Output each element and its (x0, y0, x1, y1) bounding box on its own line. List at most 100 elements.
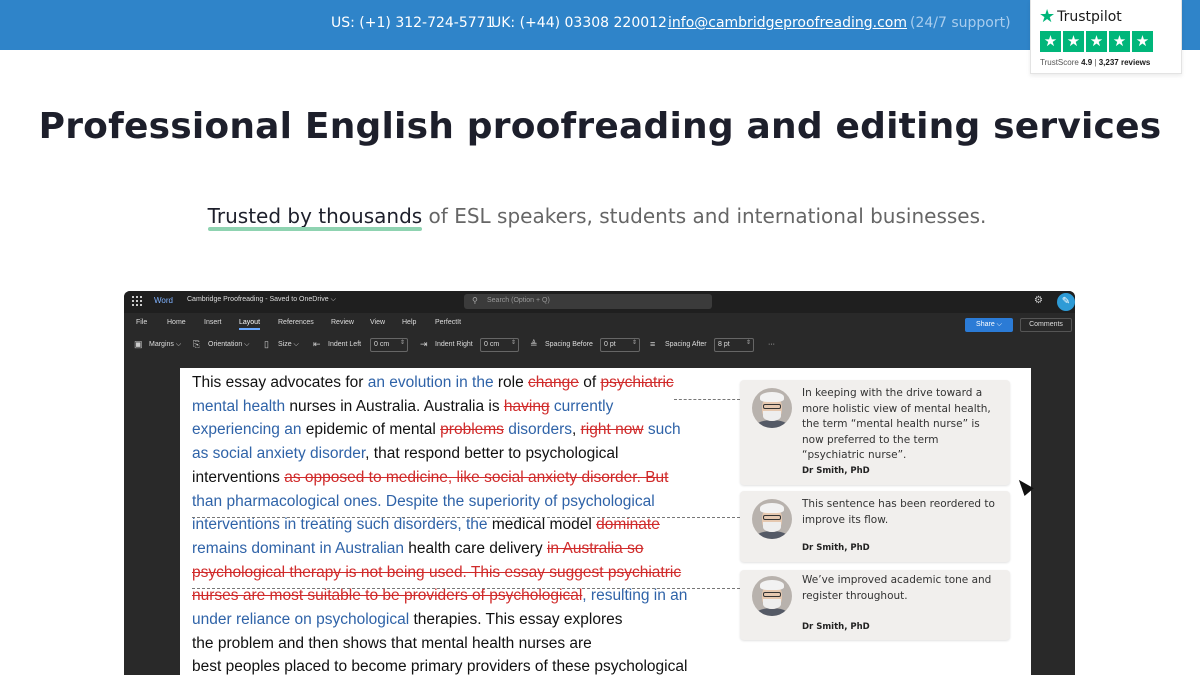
comments-button[interactable]: Comments (1020, 318, 1072, 332)
avatar (752, 388, 792, 428)
comment-connector (674, 399, 740, 400)
deleted-text: psychiatric (600, 374, 674, 391)
document-line: best peoples placed to become primary pr… (192, 655, 722, 675)
indent-left-input[interactable]: 0 cm ⇕ (370, 338, 408, 352)
deleted-text: dominate (596, 516, 660, 534)
spin-icon[interactable]: ⇕ (400, 339, 405, 346)
tab-file[interactable]: File (136, 319, 147, 326)
star-icon: ★ (1109, 31, 1130, 52)
rating-stars: ★ ★ ★ ★ ★ (1040, 31, 1153, 52)
word-titlebar: Word Cambridge Proofreading - Saved to O… (124, 291, 1075, 313)
deleted-text: having (503, 397, 550, 415)
document-line: as social anxiety disorder, that respond… (192, 442, 722, 466)
document-line: experiencing an epidemic of mental probl… (192, 418, 722, 442)
app-launcher-icon[interactable] (132, 296, 142, 306)
trustscore-value: 4.9 (1081, 58, 1093, 67)
indent-right-input[interactable]: 0 cm ⇕ (480, 338, 519, 352)
spacing-after-label: Spacing After (665, 341, 707, 348)
spacing-after-input[interactable]: 8 pt ⇕ (714, 338, 754, 352)
original-text: interventions (192, 468, 285, 486)
tab-home[interactable]: Home (167, 319, 186, 326)
page-title: Professional English proofreading and ed… (38, 106, 1162, 147)
orientation-button[interactable]: Orientation ⌵ (208, 341, 250, 349)
inserted-text: remains dominant in Australian (192, 539, 404, 557)
document-line: psychological therapy is not being used.… (192, 561, 722, 585)
margins-button[interactable]: Margins ⌵ (149, 341, 181, 349)
original-text: nurses in Australia. Australia is (285, 397, 504, 415)
document-line: than pharmacological ones. Despite the s… (192, 490, 722, 514)
spacing-before-input[interactable]: 0 pt ⇕ (600, 338, 640, 352)
document-title[interactable]: Cambridge Proofreading - Saved to OneDri… (187, 296, 336, 304)
spin-icon[interactable]: ⇕ (746, 339, 751, 346)
avatar (752, 576, 792, 616)
more-options-icon[interactable]: ··· (768, 341, 775, 348)
tab-perfectit[interactable]: PerfectIt (435, 319, 461, 326)
subtitle-rest: of ESL speakers, students and internatio… (422, 204, 987, 228)
email-link[interactable]: info@cambridgeproofreading.com (668, 15, 907, 31)
spin-icon[interactable]: ⇕ (632, 339, 637, 346)
tab-insert[interactable]: Insert (204, 319, 222, 326)
star-icon: ★ (1040, 31, 1061, 52)
comment-card[interactable]: In keeping with the drive toward a more … (740, 380, 1010, 485)
indent-left-icon: ⇤ (313, 339, 321, 349)
tab-view[interactable]: View (370, 319, 385, 326)
inserted-text: under reliance on psychological (192, 611, 410, 629)
margins-icon: ▣ (134, 339, 143, 349)
avatar (752, 499, 792, 539)
phone-uk-link[interactable]: UK: (+44) 03308 220012 (491, 15, 667, 31)
trustpilot-brand: Trustpilot (1057, 9, 1122, 25)
tab-help[interactable]: Help (402, 319, 416, 326)
indent-left-label: Indent Left (328, 341, 362, 348)
spacing-before-value: 0 pt (604, 341, 616, 348)
document-line: mental health nurses in Australia. Austr… (192, 395, 722, 419)
spin-icon[interactable]: ⇕ (511, 339, 516, 346)
star-icon: ★ (1063, 31, 1084, 52)
trustpilot-logo: ★ Trustpilot (1039, 8, 1122, 26)
document-body[interactable]: This essay advocates for an evolution in… (192, 371, 722, 675)
document-line: interventions as opposed to medicine, li… (192, 466, 722, 490)
indent-right-value: 0 cm (484, 341, 500, 348)
original-text: , (571, 421, 581, 439)
tab-layout[interactable]: Layout (239, 319, 261, 330)
original-text: best peoples placed to become primary pr… (192, 658, 688, 675)
ribbon-tabs: File Home Insert Layout References Revie… (124, 313, 1075, 335)
document-line: the problem and then shows that mental h… (192, 632, 722, 656)
indent-right-label: Indent Right (435, 341, 473, 348)
comment-card[interactable]: This sentence has been reordered to impr… (740, 491, 1010, 562)
comment-author: Dr Smith, PhD (802, 543, 870, 553)
document-line: under reliance on psychological therapie… (192, 608, 722, 632)
contact-bar: US: (+1) 312-724-5771 UK: (+44) 03308 22… (0, 0, 1200, 50)
phone-us-link[interactable]: US: (+1) 312-724-5771 (331, 15, 495, 31)
inserted-text: experiencing an (192, 421, 302, 439)
deleted-text: nurses are most suitable to be providers… (192, 587, 583, 605)
comment-connector (192, 517, 740, 518)
deleted-text: problems (440, 421, 504, 439)
original-text: medical model (487, 516, 597, 534)
trustscore-line: TrustScore 4.9 | 3,237 reviews (1040, 58, 1150, 67)
word-window: Word Cambridge Proofreading - Saved to O… (124, 291, 1075, 675)
original-text: the problem and then shows that mental h… (192, 634, 592, 652)
comment-card[interactable]: We’ve improved academic tone and registe… (740, 570, 1010, 640)
tab-references[interactable]: References (278, 319, 314, 326)
gear-icon[interactable]: ⚙ (1034, 295, 1043, 306)
original-text: therapies. This essay explores (409, 611, 623, 629)
document-line: remains dominant in Australian health ca… (192, 537, 722, 561)
subtitle-highlight: Trusted by thousands (207, 204, 423, 228)
spacing-after-value: 8 pt (718, 341, 730, 348)
star-icon: ★ (1132, 31, 1153, 52)
document-page[interactable]: This essay advocates for an evolution in… (180, 368, 1031, 675)
word-app-name[interactable]: Word (154, 296, 173, 305)
inserted-text: an evolution in the (367, 374, 494, 391)
editor-pen-icon[interactable]: ✎ (1057, 293, 1075, 311)
trustpilot-badge[interactable]: ★ Trustpilot ★ ★ ★ ★ ★ TrustScore 4.9 | … (1030, 0, 1182, 74)
support-note: (24/7 support) (910, 15, 1011, 31)
layout-ribbon: ▣ Margins ⌵ ⎘ Orientation ⌵ ▯ Size ⌵ ⇤ I… (124, 335, 1075, 357)
share-button[interactable]: Share ⌵ (965, 318, 1013, 332)
search-input[interactable]: ⚲ Search (Option + Q) (464, 294, 712, 309)
page-subtitle: Trusted by thousands of ESL speakers, st… (0, 204, 1194, 228)
size-button[interactable]: Size ⌵ (278, 341, 299, 349)
tab-review[interactable]: Review (331, 319, 354, 326)
review-count: 3,237 reviews (1098, 58, 1151, 67)
orientation-icon: ⎘ (193, 339, 201, 349)
document-line: This essay advocates for an evolution in… (192, 371, 722, 395)
